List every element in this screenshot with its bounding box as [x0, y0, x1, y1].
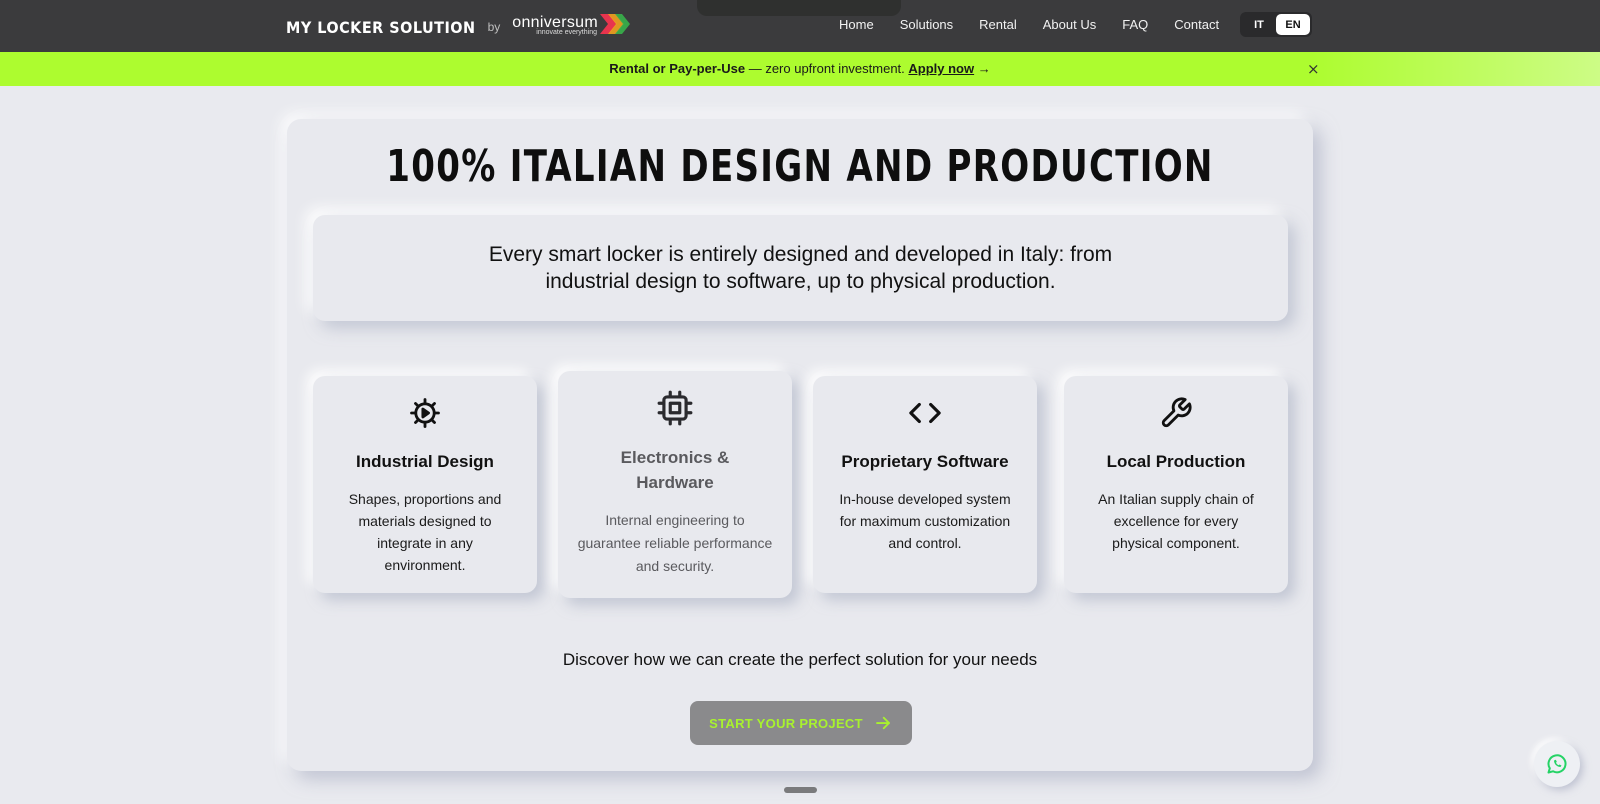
discover-text: Discover how we can create the perfect s… — [562, 650, 1038, 669]
feature-title: Local Production — [1106, 452, 1246, 471]
brand[interactable]: MY LOCKER SOLUTION by onniversum innovat… — [286, 14, 632, 40]
wrench-icon — [1161, 397, 1192, 428]
nav-rental[interactable]: Rental — [979, 17, 1017, 32]
chip-icon — [657, 390, 693, 426]
start-project-button[interactable]: START YOUR PROJECT — [690, 701, 912, 745]
nav-contact[interactable]: Contact — [1174, 17, 1219, 32]
feature-text: An Italian supply chain of excellence fo… — [1098, 491, 1254, 551]
feature-text: In-house developed system for maximum cu… — [839, 491, 1011, 551]
feature-card-electronics: Electronics & Hardware Internal engineer… — [558, 371, 792, 598]
arrow-right-icon — [875, 716, 890, 730]
brand-name: MY LOCKER SOLUTION — [286, 17, 476, 37]
feature-card-software: Proprietary Software In-house developed … — [813, 376, 1037, 593]
logo-tagline: innovate everything — [536, 29, 597, 36]
feature-title: Electronics & Hardware — [620, 448, 730, 492]
logo-chevrons-icon — [599, 14, 630, 34]
onniversum-logo: onniversum innovate everything — [512, 14, 632, 40]
promo-banner: Rental or Pay-per-Use — zero upfront inv… — [0, 52, 1600, 86]
main-nav: Home Solutions Rental About Us FAQ Conta… — [839, 17, 1245, 32]
feature-text: Internal engineering to guarantee reliab… — [577, 512, 773, 574]
code-icon — [909, 402, 941, 424]
nav-about-us[interactable]: About Us — [1043, 17, 1096, 32]
feature-card-industrial-design: Industrial Design Shapes, proportions an… — [313, 376, 537, 593]
scroll-indicator[interactable] — [784, 787, 817, 793]
arrow-right-icon[interactable]: → — [978, 61, 991, 76]
promo-bold: Rental or Pay-per-Use — [609, 61, 746, 76]
language-switcher: IT EN — [1240, 12, 1312, 37]
feature-title: Proprietary Software — [841, 452, 1009, 471]
promo-apply-link[interactable]: Apply now — [908, 61, 974, 76]
nav-solutions[interactable]: Solutions — [900, 17, 953, 32]
top-navigation-bar: MY LOCKER SOLUTION by onniversum innovat… — [0, 0, 1600, 52]
intro-panel: Every smart locker is entirely designed … — [313, 215, 1288, 321]
section-title: 100% ITALIAN DESIGN AND PRODUCTION — [386, 141, 1214, 192]
feature-text: Shapes, proportions and materials design… — [348, 491, 502, 573]
nav-home[interactable]: Home — [839, 17, 874, 32]
feature-card-local-production: Local Production An Italian supply chain… — [1064, 376, 1288, 593]
promo-text: Rental or Pay-per-Use — zero upfront inv… — [0, 61, 1600, 76]
lang-en-button[interactable]: EN — [1276, 14, 1310, 35]
whatsapp-icon — [1547, 754, 1567, 774]
italian-design-section: 100% ITALIAN DESIGN AND PRODUCTION Every… — [287, 119, 1313, 771]
whatsapp-button[interactable] — [1534, 741, 1580, 787]
brand-by: by — [487, 20, 501, 34]
gear-play-icon — [410, 398, 440, 428]
cta-label: START YOUR PROJECT — [709, 715, 863, 731]
intro-text: Every smart locker is entirely designed … — [488, 243, 1113, 293]
header-notch — [697, 0, 901, 16]
nav-faq[interactable]: FAQ — [1122, 17, 1148, 32]
close-icon[interactable]: × — [1307, 60, 1320, 78]
promo-body: — zero upfront investment. — [745, 61, 909, 76]
lang-it-button[interactable]: IT — [1242, 14, 1276, 35]
feature-title: Industrial Design — [356, 452, 494, 471]
